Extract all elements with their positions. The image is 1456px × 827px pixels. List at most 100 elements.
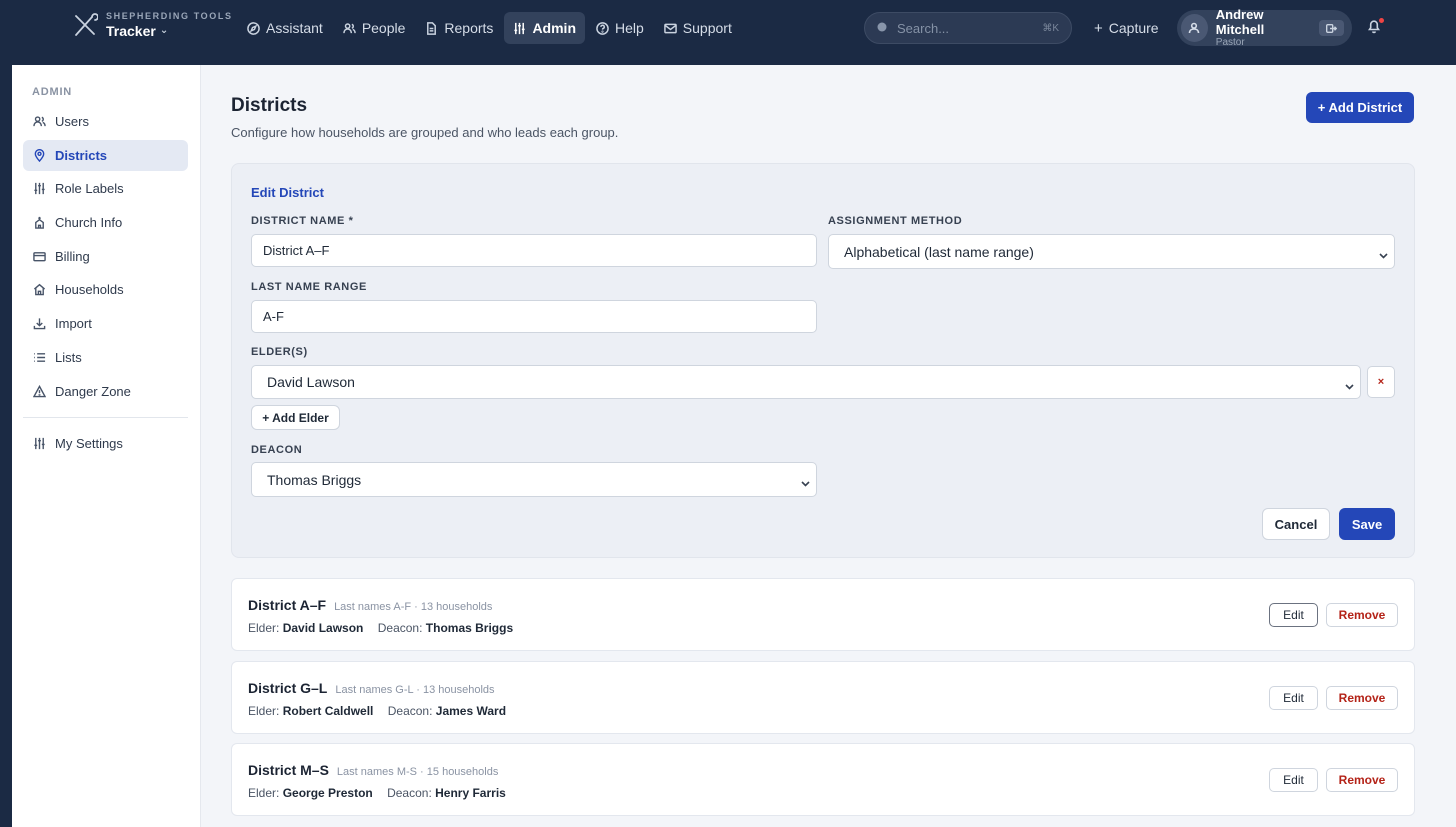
- nav-admin[interactable]: Admin: [504, 12, 585, 44]
- add-district-button[interactable]: + Add District: [1306, 92, 1414, 123]
- sidebar-item-church-info[interactable]: Church Info: [23, 207, 188, 238]
- logout-button[interactable]: [1319, 20, 1344, 36]
- user-menu[interactable]: Andrew Mitchell Pastor: [1177, 8, 1352, 48]
- capture-button[interactable]: + Capture: [1090, 12, 1163, 44]
- assignment-method-value: Alphabetical (last name range): [844, 243, 1034, 260]
- district-leaders: Elder: David Lawson Deacon: Thomas Brigg…: [248, 621, 513, 635]
- district-name-input[interactable]: [251, 234, 817, 267]
- list-icon: [34, 352, 46, 362]
- admin-sidebar: ADMIN Users Districts Role Labels Church…: [12, 65, 201, 827]
- mail-icon: [663, 23, 677, 33]
- deacon-name: Henry Farris: [435, 786, 506, 800]
- remove-district-button[interactable]: Remove: [1326, 603, 1398, 627]
- sidebar-item-label: Districts: [55, 147, 108, 163]
- cancel-button[interactable]: Cancel: [1262, 508, 1330, 540]
- elder-label: Elder:: [248, 786, 280, 800]
- edit-district-button[interactable]: Edit: [1269, 768, 1318, 792]
- edit-district-button[interactable]: Edit: [1269, 686, 1318, 710]
- chevron-down-icon: [1345, 378, 1354, 390]
- global-search[interactable]: ⌘K: [864, 12, 1072, 44]
- sidebar-item-label: Role Labels: [55, 181, 124, 197]
- nav-reports[interactable]: Reports: [416, 12, 502, 44]
- remove-district-button[interactable]: Remove: [1326, 686, 1398, 710]
- users-icon: [33, 116, 46, 127]
- sliders-icon: [34, 183, 45, 195]
- district-leaders: Elder: George Preston Deacon: Henry Farr…: [248, 786, 506, 800]
- remove-district-button[interactable]: Remove: [1326, 768, 1398, 792]
- sidebar-item-label: Church Info: [55, 215, 123, 231]
- deacon-name: Thomas Briggs: [425, 621, 514, 635]
- sidebar-item-label: Households: [55, 282, 124, 298]
- document-icon: [427, 21, 437, 35]
- remove-elder-button[interactable]: ×: [1367, 366, 1395, 398]
- deacon-label: DEACON: [251, 444, 303, 456]
- nav-assistant[interactable]: Assistant: [238, 12, 332, 44]
- sidebar-item-households[interactable]: Households: [23, 274, 188, 305]
- church-icon: [35, 216, 44, 229]
- nav-help[interactable]: Help: [587, 12, 653, 44]
- sidebar-item-users[interactable]: Users: [23, 106, 188, 137]
- chevron-down-icon: [1379, 247, 1388, 259]
- district-name: District M–S: [248, 762, 329, 778]
- sidebar-item-label: Lists: [55, 349, 82, 365]
- save-button[interactable]: Save: [1339, 508, 1395, 540]
- app-brand[interactable]: SHEPHERDING TOOLS Tracker ⌄: [72, 12, 233, 38]
- sidebar-item-districts[interactable]: Districts: [23, 139, 188, 171]
- last-name-range-input[interactable]: [251, 300, 817, 333]
- deacon-label: Deacon:: [387, 704, 433, 718]
- sliders-icon: [34, 437, 45, 450]
- sidebar-item-billing[interactable]: Billing: [23, 241, 188, 272]
- search-input[interactable]: [897, 20, 1027, 36]
- page-title: Districts: [231, 95, 308, 116]
- district-name-label: DISTRICT NAME *: [251, 215, 354, 227]
- avatar: [1181, 14, 1208, 42]
- elder-select[interactable]: David Lawson: [251, 365, 1361, 399]
- district-leaders: Elder: Robert Caldwell Deacon: James War…: [248, 704, 506, 718]
- nav-label: Reports: [444, 20, 494, 36]
- chevron-down-icon: [801, 475, 810, 487]
- page-shell: ADMIN Users Districts Role Labels Church…: [12, 65, 1456, 827]
- sidebar-item-label: Billing: [55, 248, 90, 264]
- district-card: District M–S Last names M-S · 15 househo…: [231, 743, 1415, 816]
- sliders-icon: [514, 22, 526, 34]
- sidebar-item-danger-zone[interactable]: Danger Zone: [23, 376, 188, 407]
- credit-card-icon: [33, 251, 46, 262]
- sidebar-item-my-settings[interactable]: My Settings: [23, 428, 188, 459]
- edit-district-button[interactable]: Edit: [1269, 603, 1318, 627]
- app-name-label: Tracker: [106, 23, 156, 39]
- sidebar-item-label: Danger Zone: [55, 383, 131, 399]
- assignment-method-select[interactable]: Alphabetical (last name range): [828, 234, 1395, 269]
- elder-label: Elder:: [248, 704, 280, 718]
- sidebar-item-label: Users: [55, 114, 89, 129]
- add-elder-button[interactable]: + Add Elder: [251, 405, 340, 430]
- download-icon: [33, 318, 46, 330]
- app-name[interactable]: Tracker ⌄: [106, 24, 233, 38]
- logout-icon: [1326, 23, 1338, 33]
- elder-name: David Lawson: [282, 621, 364, 635]
- main-nav: Assistant People Reports Admin Help Supp…: [238, 12, 741, 44]
- sidebar-item-import[interactable]: Import: [23, 308, 188, 339]
- deacon-name: James Ward: [435, 704, 507, 718]
- sidebar-item-lists[interactable]: Lists: [23, 342, 188, 373]
- notifications-button[interactable]: [1366, 18, 1386, 38]
- notification-dot: [1379, 18, 1384, 23]
- district-name: District A–F: [248, 597, 327, 613]
- deacon-value: Thomas Briggs: [267, 471, 362, 488]
- search-icon: [877, 22, 887, 32]
- district-meta: Last names G-L · 13 households: [335, 684, 495, 696]
- user-icon: [1189, 22, 1200, 34]
- sidebar-divider: [23, 417, 188, 418]
- nav-support[interactable]: Support: [655, 12, 741, 44]
- elder-label: Elder:: [248, 621, 280, 635]
- capture-label: Capture: [1108, 20, 1159, 36]
- page-subtitle: Configure how households are grouped and…: [231, 125, 619, 140]
- nav-label: Assistant: [266, 20, 323, 36]
- sidebar-item-label: Import: [55, 316, 92, 332]
- nav-people[interactable]: People: [334, 12, 415, 44]
- district-meta: Last names A-F · 13 households: [334, 601, 493, 613]
- elder-value: David Lawson: [267, 374, 355, 390]
- deacon-select[interactable]: Thomas Briggs: [251, 462, 817, 497]
- sidebar-item-role-labels[interactable]: Role Labels: [23, 173, 188, 204]
- sidebar-item-label: My Settings: [55, 436, 123, 451]
- top-navbar: SHEPHERDING TOOLS Tracker ⌄ Assistant Pe…: [0, 0, 1456, 56]
